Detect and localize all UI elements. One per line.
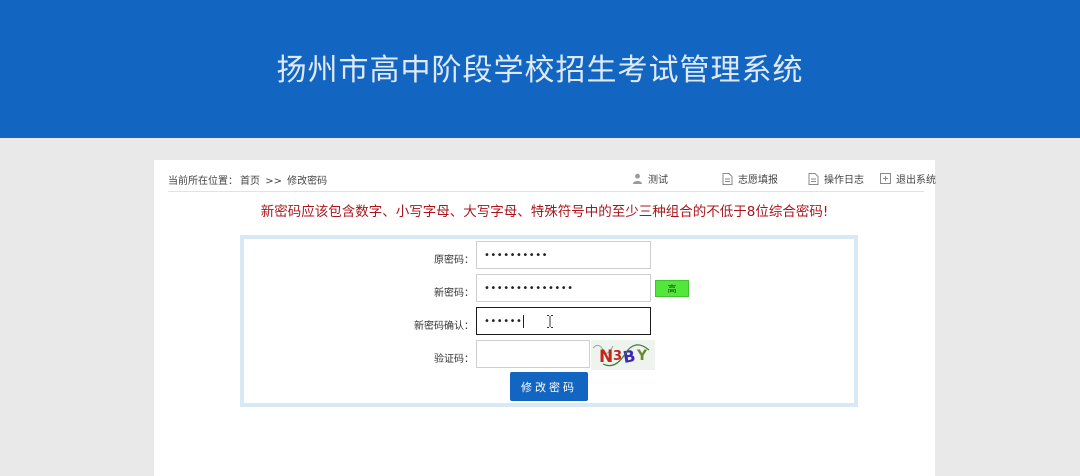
apply-link[interactable]: 志愿填报 bbox=[722, 171, 778, 186]
new-password-label: 新密码： bbox=[434, 288, 474, 299]
log-icon bbox=[808, 172, 819, 185]
log-link[interactable]: 操作日志 bbox=[808, 171, 864, 186]
logout-icon bbox=[880, 173, 891, 184]
user-name: 测试 bbox=[648, 175, 668, 186]
text-caret bbox=[523, 314, 525, 328]
password-rule-notice: 新密码应该包含数字、小写字母、大写字母、特殊符号中的至少三种组合的不低于8位综合… bbox=[260, 204, 829, 220]
breadcrumb-home-link[interactable]: 首页 bbox=[240, 176, 260, 187]
old-password-label: 原密码： bbox=[434, 255, 474, 266]
document-icon bbox=[722, 172, 733, 185]
logout-link[interactable]: 退出系统 bbox=[880, 171, 936, 186]
svg-text:N: N bbox=[599, 347, 613, 367]
main-panel: 当前所在位置： 首页 >> 修改密码 测试 志愿填报 操作日志 退出系统 新密码… bbox=[154, 160, 936, 476]
breadcrumb-prefix: 当前所在位置： bbox=[168, 176, 238, 187]
user-icon bbox=[633, 173, 642, 184]
header-banner: 扬州市高中阶段学校招生考试管理系统 bbox=[0, 0, 1080, 138]
captcha-image[interactable]: N 3 B Y bbox=[591, 340, 655, 370]
top-bar: 当前所在位置： 首页 >> 修改密码 测试 志愿填报 操作日志 退出系统 bbox=[168, 168, 936, 192]
confirm-password-value: •••••• bbox=[484, 315, 523, 327]
breadcrumb-current: 修改密码 bbox=[287, 176, 328, 187]
text-cursor-icon bbox=[547, 314, 554, 328]
logout-label: 退出系统 bbox=[896, 175, 936, 186]
user-menu[interactable]: 测试 bbox=[632, 171, 668, 186]
breadcrumb: 当前所在位置： 首页 >> 修改密码 bbox=[168, 172, 329, 187]
svg-text:Y: Y bbox=[636, 348, 648, 364]
change-password-form: 原密码： •••••••••• 新密码： •••••••••••••• 高 新密… bbox=[240, 235, 858, 407]
log-label: 操作日志 bbox=[824, 175, 864, 186]
confirm-password-input[interactable]: •••••• bbox=[476, 307, 651, 335]
password-strength-badge: 高 bbox=[655, 280, 689, 297]
apply-label: 志愿填报 bbox=[738, 175, 778, 186]
captcha-label: 验证码： bbox=[434, 354, 474, 365]
old-password-input[interactable]: •••••••••• bbox=[476, 241, 651, 269]
captcha-graphic: N 3 B Y bbox=[591, 340, 655, 370]
svg-text:3: 3 bbox=[613, 349, 622, 364]
breadcrumb-separator: >> bbox=[265, 176, 282, 187]
new-password-input[interactable]: •••••••••••••• bbox=[476, 274, 651, 302]
system-title: 扬州市高中阶段学校招生考试管理系统 bbox=[276, 53, 804, 88]
captcha-input[interactable] bbox=[476, 340, 590, 368]
change-password-button[interactable]: 修改密码 bbox=[510, 372, 588, 401]
confirm-password-label: 新密码确认： bbox=[414, 321, 474, 332]
